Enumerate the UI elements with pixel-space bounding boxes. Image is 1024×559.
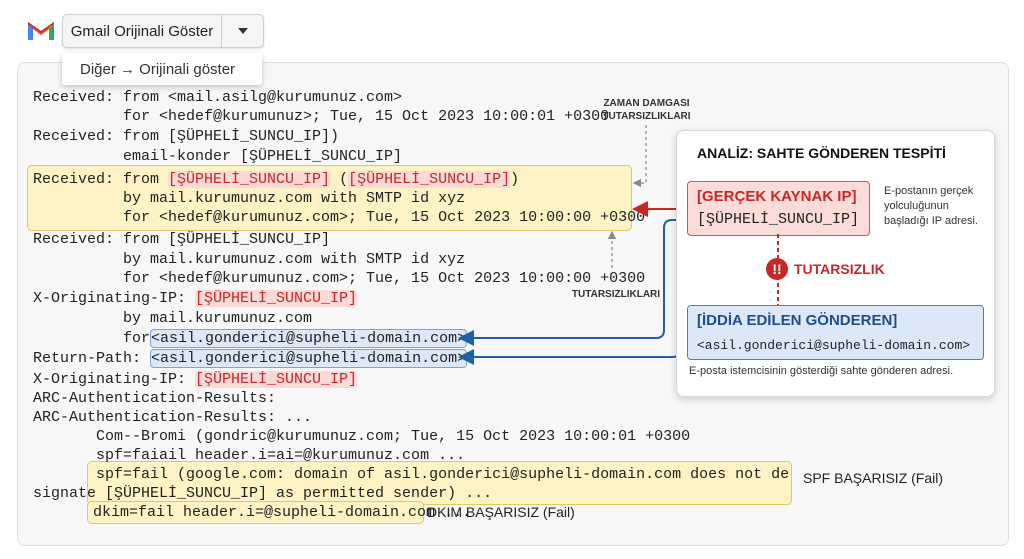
dkim-fail-label: DKIM BAŞARISIZ (Fail) — [427, 504, 575, 520]
real-source-description: E-postanın gerçek yolculuğunun başladığı… — [884, 185, 978, 227]
claimed-sender-arrow — [458, 337, 687, 365]
claimed-sender-box: [İDDİA EDİLEN GÖNDEREN] <asil.gonderici@… — [687, 305, 984, 360]
real-source-title: [GERÇEK KAYNAK IP] — [697, 188, 857, 205]
claimed-sender-arrow — [458, 219, 686, 346]
claimed-sender-description: E-posta istemcisinin gösterdiği sahte gö… — [689, 365, 954, 377]
claimed-sender-value: <asil.gonderici@supheli-domain.com> — [697, 338, 971, 353]
claimed-sender-title: [İDDİA EDİLEN GÖNDEREN] — [697, 312, 898, 329]
real-source-value: [ŞÜPHELİ_SUNCU_IP] — [697, 211, 860, 228]
warning-icon: !! — [766, 258, 788, 280]
menu-item-show-original[interactable]: Diğer → Orijinali göster — [62, 53, 262, 85]
analysis-panel: ANALİZ: SAHTE GÖNDEREN TESPİTİ [GERÇEK K… — [676, 130, 995, 397]
inconsistency-label: TUTARSIZLIK — [794, 261, 885, 277]
timestamp-arrows — [607, 125, 647, 268]
real-source-ip-box: [GERÇEK KAYNAK IP] [ŞÜPHELİ_SUNCU_IP] — [687, 181, 870, 236]
analysis-title: ANALİZ: SAHTE GÖNDEREN TESPİTİ — [697, 145, 946, 161]
spf-fail-label: SPF BAŞARISIZ (Fail) — [803, 470, 944, 486]
